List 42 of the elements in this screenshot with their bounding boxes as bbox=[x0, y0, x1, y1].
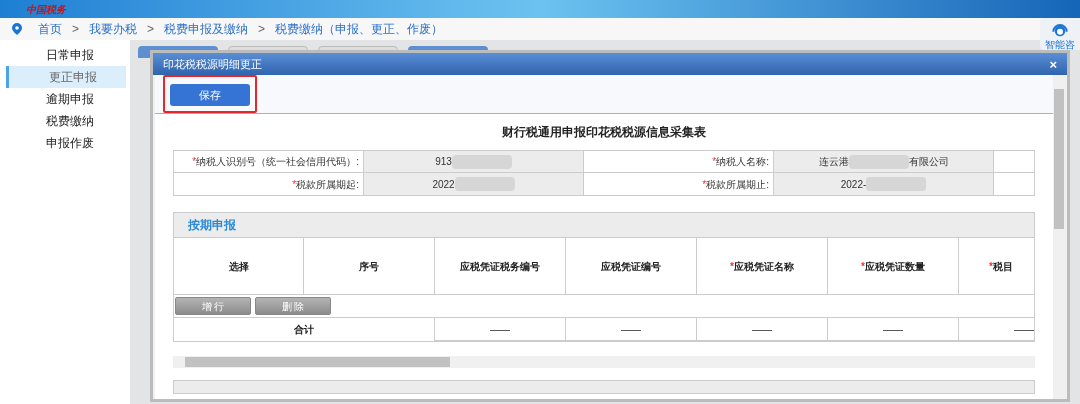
sidebar-item[interactable]: 逾期申报 bbox=[6, 88, 126, 110]
section-title: 按期申报 bbox=[188, 217, 236, 234]
save-button[interactable]: 保存 bbox=[170, 84, 250, 107]
field-value[interactable]: 2022- bbox=[774, 173, 994, 195]
help-widget[interactable]: 智能咨 bbox=[1040, 18, 1080, 50]
table-cell: —— bbox=[697, 318, 828, 341]
table-cell: —— bbox=[566, 318, 697, 341]
horizontal-scrollbar[interactable] bbox=[173, 356, 1035, 368]
sidebar-item[interactable]: 日常申报 bbox=[6, 44, 126, 66]
row-button[interactable]: 删 除 bbox=[255, 297, 331, 315]
column-header: *税目 bbox=[959, 237, 1034, 294]
field-value[interactable]: 2022 bbox=[364, 173, 584, 195]
table-cell: —— bbox=[435, 318, 566, 341]
total-label: 合计 bbox=[174, 318, 435, 341]
field-value[interactable]: 连云港 有限公司 bbox=[774, 151, 994, 172]
help-label: 智能咨 bbox=[1045, 40, 1075, 50]
breadcrumb-link[interactable]: 首页 bbox=[38, 20, 62, 38]
column-header: *应税凭证数量 bbox=[828, 237, 959, 294]
breadcrumb-link[interactable]: 税费缴纳（申报、更正、作废） bbox=[275, 20, 444, 38]
location-pin-icon bbox=[12, 23, 22, 35]
scrollbar-thumb[interactable] bbox=[1054, 89, 1064, 229]
vertical-scrollbar[interactable] bbox=[1053, 75, 1065, 399]
scrollbar-thumb[interactable] bbox=[185, 357, 450, 367]
breadcrumb-link[interactable]: 我要办税 bbox=[89, 20, 137, 38]
breadcrumb-link[interactable]: 税费申报及缴纳 bbox=[164, 20, 249, 38]
breadcrumb-separator: > bbox=[72, 21, 79, 38]
sidebar-item[interactable]: 税费缴纳 bbox=[6, 110, 126, 132]
close-button[interactable]: × bbox=[1049, 57, 1057, 71]
form-title: 财行税通用申报印花税税源信息采集表 bbox=[501, 124, 707, 141]
breadcrumb-separator: > bbox=[147, 21, 155, 38]
column-header: 选择 bbox=[174, 237, 304, 294]
column-header: 序号 bbox=[304, 237, 435, 294]
table-cell: —— bbox=[828, 318, 959, 341]
breadcrumb-separator: > bbox=[258, 21, 266, 38]
column-header: 应税凭证编号 bbox=[566, 237, 697, 294]
sidebar-item[interactable]: 申报作废 bbox=[6, 132, 126, 154]
sidebar-item[interactable]: 更正申报 bbox=[6, 66, 126, 88]
column-header: 应税凭证税务编号 bbox=[435, 237, 566, 294]
field-value[interactable]: 913 bbox=[364, 151, 584, 172]
dialog-title: 印花税税源明细更正 bbox=[163, 56, 262, 72]
row-button[interactable]: 增 行 bbox=[175, 297, 251, 315]
column-header: *应税凭证名称 bbox=[697, 237, 828, 294]
